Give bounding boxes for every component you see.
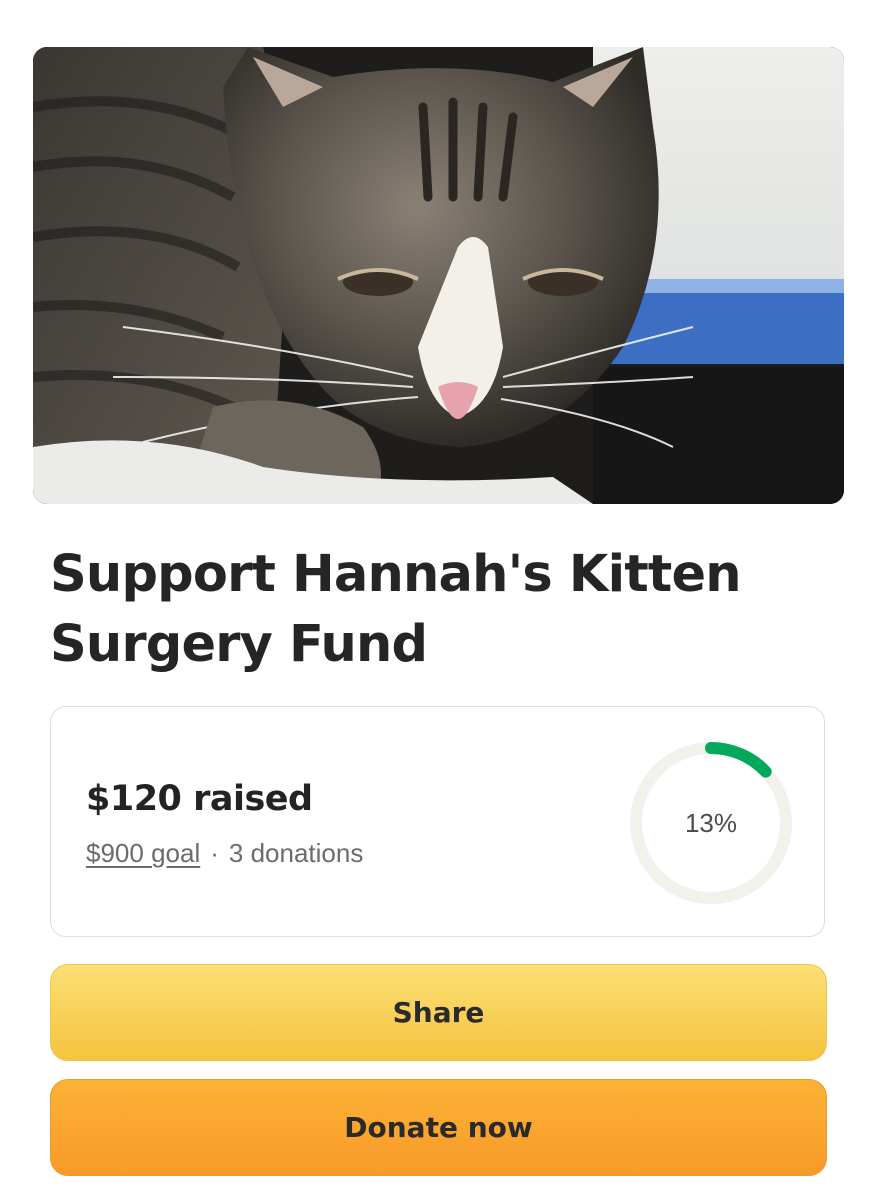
campaign-hero-image [33,47,844,504]
meta-separator: · [210,838,219,868]
progress-percent: 13% [684,808,738,838]
raised-amount: $120 raised [86,779,313,819]
share-button[interactable]: Share [50,964,827,1061]
progress-ring: 13% [628,740,794,906]
donation-count: 3 donations [228,838,364,868]
kitten-photo [33,47,844,504]
donate-now-button[interactable]: Donate now [50,1079,827,1176]
progress-meta: $900 goal · 3 donations [86,838,363,869]
progress-card: $120 raised $900 goal · 3 donations 13% [50,706,825,937]
goal-link[interactable]: $900 goal [86,838,200,868]
page-title: Support Hannah's Kitten Surgery Fund [50,545,742,674]
